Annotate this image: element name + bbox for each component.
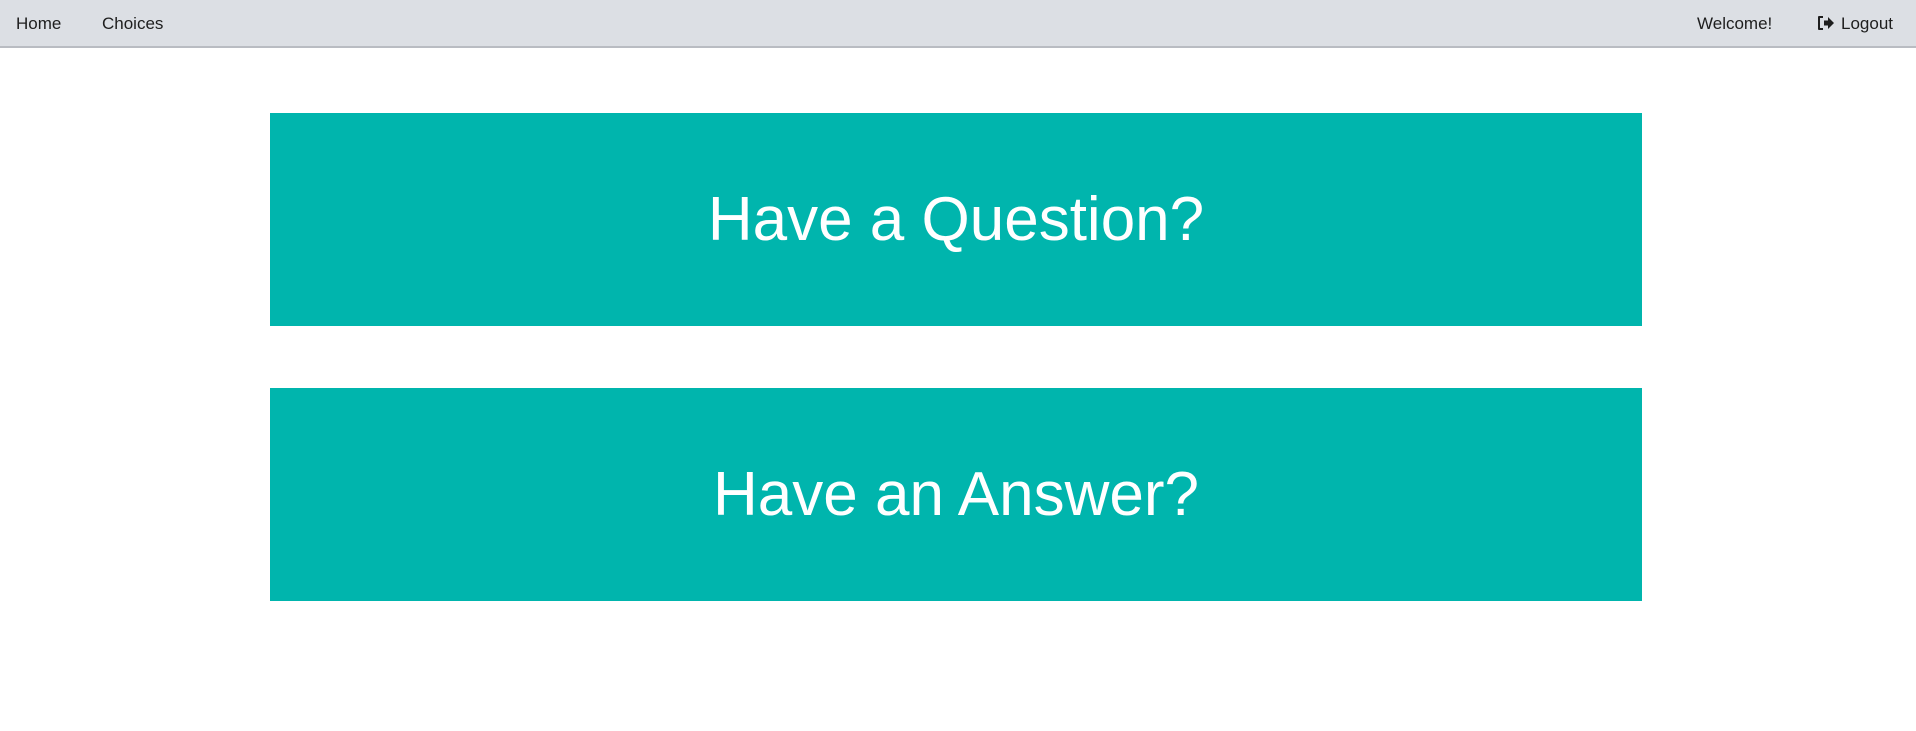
nav-home-link[interactable]: Home: [16, 0, 61, 48]
welcome-text: Welcome!: [1697, 14, 1773, 33]
logout-link[interactable]: Logout: [1817, 0, 1893, 48]
have-question-button[interactable]: Have a Question?: [270, 113, 1642, 326]
logout-label: Logout: [1841, 14, 1893, 33]
nav-choices-link[interactable]: Choices: [102, 0, 163, 48]
have-question-label: Have a Question?: [707, 184, 1205, 254]
have-answer-button[interactable]: Have an Answer?: [270, 388, 1642, 601]
top-navbar: Home Choices Welcome! Logout: [0, 0, 1916, 48]
sign-out-icon: [1818, 16, 1834, 30]
have-answer-label: Have an Answer?: [713, 459, 1199, 529]
